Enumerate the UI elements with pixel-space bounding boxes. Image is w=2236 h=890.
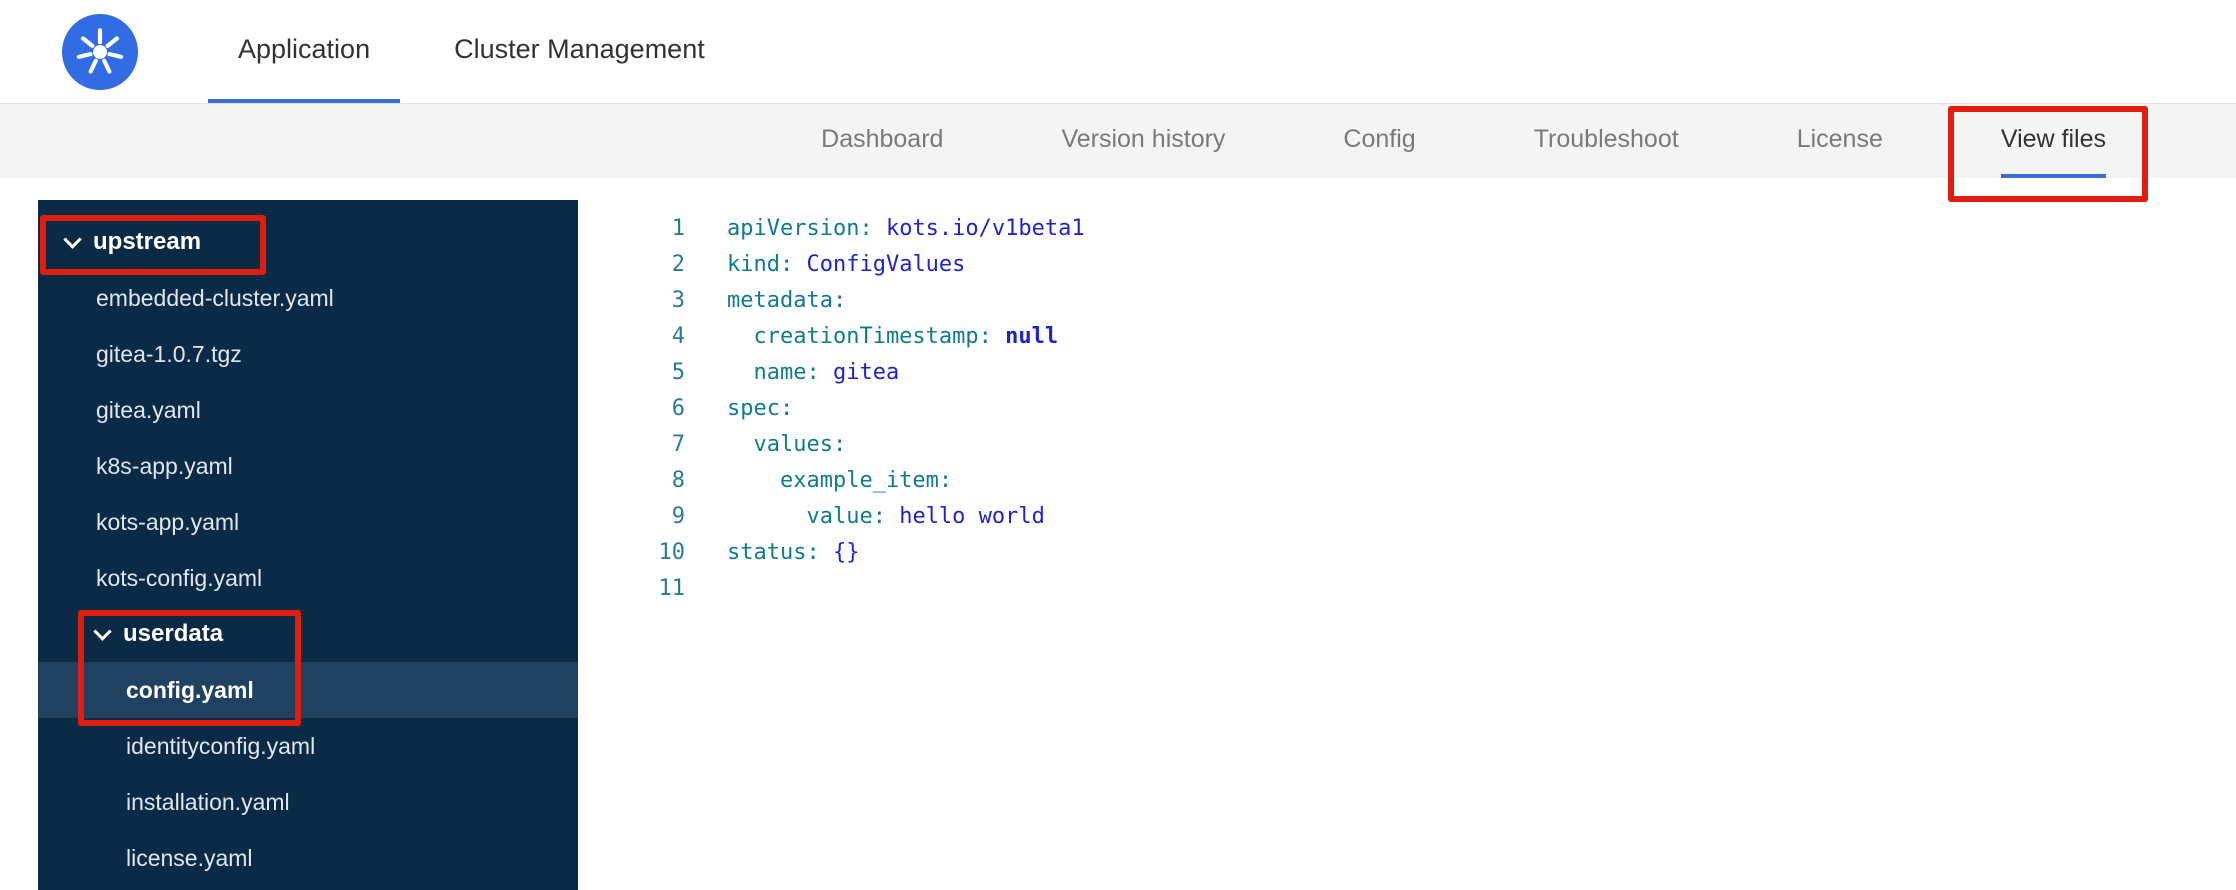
token-val: ConfigValues	[793, 251, 966, 277]
file-tree-sidebar: upstream embedded-cluster.yaml gitea-1.0.7…	[38, 200, 578, 890]
tree-item-label: gitea-1.0.7.tgz	[96, 340, 242, 367]
line-number: 7	[671, 431, 685, 457]
line-number: 10	[658, 539, 686, 565]
code-line: 2 kind: ConfigValues	[613, 246, 2236, 282]
chevron-down-icon	[63, 229, 82, 249]
tree-item-label: config.yaml	[126, 676, 254, 703]
tree-file-installation-yaml[interactable]: installation.yaml	[38, 774, 578, 830]
code-line: 9 value: hello world	[613, 498, 2236, 534]
app-tabs: Application Cluster Management	[208, 0, 735, 103]
tree-item-label: kots-config.yaml	[96, 564, 263, 591]
line-number: 5	[671, 359, 685, 385]
code-line: 4 creationTimestamp: null	[613, 318, 2236, 354]
code-line: 6 spec:	[613, 390, 2236, 426]
tree-file-config-yaml[interactable]: config.yaml	[38, 662, 578, 718]
code-line: 11	[613, 570, 2236, 606]
code-line: 8 example_item:	[613, 462, 2236, 498]
tree-item-label: identityconfig.yaml	[126, 732, 316, 759]
token-key: spec:	[727, 395, 794, 421]
line-number: 1	[671, 215, 685, 241]
token-key: apiVersion:	[727, 215, 873, 241]
tree-item-label: gitea.yaml	[96, 396, 201, 423]
tree-file-k8s-app-yaml[interactable]: k8s-app.yaml	[38, 438, 578, 494]
kubernetes-logo-icon	[62, 13, 138, 90]
top-bar: Application Cluster Management	[0, 0, 2236, 104]
line-number: 6	[671, 395, 685, 421]
token-key: values:	[727, 431, 847, 457]
subnav-item-version-history[interactable]: Version history	[1061, 104, 1225, 178]
code-line: 1 apiVersion: kots.io/v1beta1	[613, 210, 2236, 246]
code-text: name: gitea	[727, 360, 899, 385]
tree-file-license-yaml[interactable]: license.yaml	[38, 830, 578, 886]
code-line: 3 metadata:	[613, 282, 2236, 318]
kubernetes-logo[interactable]	[62, 0, 138, 103]
token-val: kots.io/v1beta1	[872, 215, 1085, 241]
code-editor[interactable]: 1 apiVersion: kots.io/v1beta1 2 kind: Confi…	[613, 200, 2236, 890]
token-val: {}	[819, 539, 860, 565]
code-text: example_item:	[727, 468, 952, 493]
token-key: example_item:	[727, 467, 953, 493]
code-text: creationTimestamp: null	[727, 324, 1058, 349]
tree-item-label: userdata	[123, 620, 224, 647]
code-line: 7 values:	[613, 426, 2236, 462]
token-val: gitea	[819, 359, 900, 385]
tree-file-gitea-1-0-7-tgz[interactable]: gitea-1.0.7.tgz	[38, 326, 578, 382]
tree-file-kots-app-yaml[interactable]: kots-app.yaml	[38, 494, 578, 550]
tab-cluster-management[interactable]: Cluster Management	[424, 0, 735, 103]
tree-file-kots-config-yaml[interactable]: kots-config.yaml	[38, 550, 578, 606]
token-key: metadata:	[727, 287, 847, 313]
tree-item-label: upstream	[93, 228, 202, 255]
line-number: 3	[671, 287, 685, 313]
tree-folder-userdata[interactable]: userdata	[38, 606, 578, 662]
tree-file-identityconfig-yaml[interactable]: identityconfig.yaml	[38, 718, 578, 774]
chevron-down-icon	[93, 621, 112, 641]
token-kw: null	[991, 323, 1059, 349]
line-number: 2	[671, 251, 685, 277]
line-number: 11	[658, 575, 686, 601]
token-key: status:	[727, 539, 820, 565]
token-key: value:	[727, 503, 886, 529]
code-text: status: {}	[727, 540, 859, 565]
subnav-item-troubleshoot[interactable]: Troubleshoot	[1534, 104, 1679, 178]
tree-file-gitea-yaml[interactable]: gitea.yaml	[38, 382, 578, 438]
code-line: 10 status: {}	[613, 534, 2236, 570]
code-text: apiVersion: kots.io/v1beta1	[727, 216, 1085, 241]
token-val: hello world	[885, 503, 1045, 529]
app-subnav: Dashboard Version history Config Troublesho…	[0, 104, 2236, 178]
tree-item-label: installation.yaml	[126, 788, 290, 815]
code-text: metadata:	[727, 288, 846, 313]
line-number: 4	[671, 323, 685, 349]
code-text: values:	[727, 432, 846, 457]
subnav-item-license[interactable]: License	[1797, 104, 1883, 178]
code-text: value: hello world	[727, 503, 1045, 529]
subnav-item-view-files[interactable]: View files	[2000, 104, 2106, 178]
view-files-page: upstream embedded-cluster.yaml gitea-1.0.7…	[0, 178, 2236, 890]
token-key: creationTimestamp:	[727, 323, 992, 349]
code-text: kind: ConfigValues	[727, 252, 965, 277]
line-number: 8	[671, 467, 685, 493]
tree-item-label: kots-app.yaml	[96, 508, 240, 535]
line-number: 9	[671, 503, 685, 529]
tab-application[interactable]: Application	[208, 0, 401, 103]
code-line: 5 name: gitea	[613, 354, 2236, 390]
subnav-item-dashboard[interactable]: Dashboard	[821, 104, 943, 178]
token-key: name:	[727, 359, 820, 385]
tree-folder-upstream[interactable]: upstream	[38, 214, 578, 270]
code-text: spec:	[727, 396, 793, 421]
tree-item-label: embedded-cluster.yaml	[96, 284, 334, 311]
token-key: kind:	[727, 251, 794, 277]
tree-item-label: license.yaml	[126, 844, 253, 871]
subnav-item-config[interactable]: Config	[1343, 104, 1415, 178]
tree-item-label: k8s-app.yaml	[96, 452, 233, 479]
tree-file-embedded-cluster-yaml[interactable]: embedded-cluster.yaml	[38, 270, 578, 326]
